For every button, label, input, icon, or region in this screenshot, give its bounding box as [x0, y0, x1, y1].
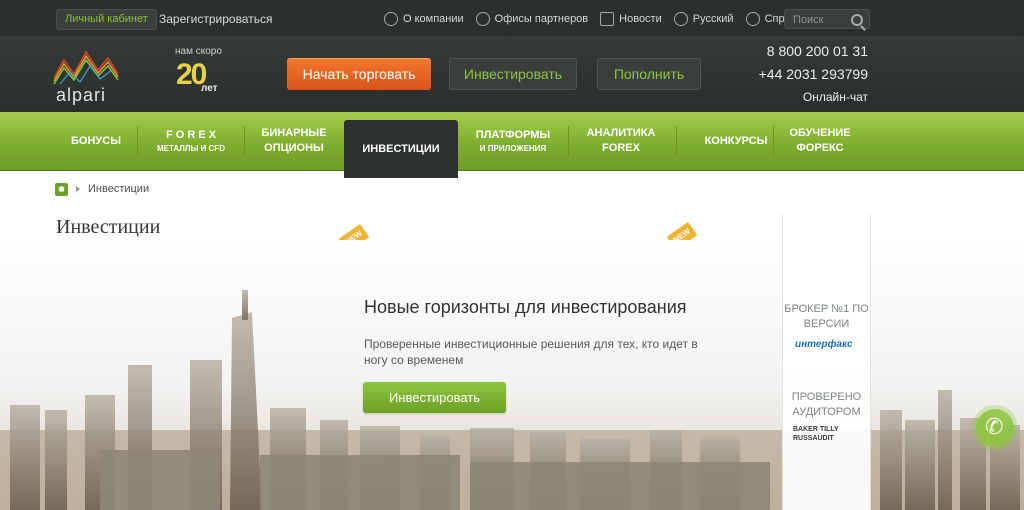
awards-panel: БРОКЕР №1 ПО ВЕРСИИ интерфакс ПРОВЕРЕНО …	[782, 214, 871, 510]
nav-label: ИНВЕСТИЦИИ	[362, 142, 440, 155]
nav-item-forex[interactable]: F O R E X МЕТАЛЛЫ И CFD	[143, 112, 239, 170]
nav-label: АНАЛИТИКА FOREX	[586, 127, 656, 154]
nav-label: ОБУЧЕНИЕ ФОРЕКС	[789, 127, 851, 154]
phone-number-2[interactable]: +44 2031 293799	[759, 66, 868, 82]
callback-phone-button[interactable]	[976, 409, 1014, 447]
nav-item-binary-options[interactable]: БИНАРНЫЕ ОПЦИОНЫ	[251, 112, 337, 170]
search-box	[784, 9, 870, 29]
page-title: Инвестиции	[56, 216, 161, 238]
logo-mark-icon	[53, 50, 119, 85]
nav-item-platforms[interactable]: ПЛАТФОРМЫ И ПРИЛОЖЕНИЯ	[466, 112, 560, 170]
nav-divider	[773, 126, 774, 156]
fund-button[interactable]: Пополнить	[597, 58, 701, 90]
globe-icon	[673, 12, 688, 26]
news-label: Новости	[619, 13, 662, 25]
nav-sublabel: МЕТАЛЛЫ И CFD	[157, 143, 225, 153]
nav-item-investments[interactable]: ИНВЕСТИЦИИ	[344, 120, 458, 178]
breadcrumb-current: Инвестиции	[88, 183, 150, 195]
broker-award-text: БРОКЕР №1 ПО ВЕРСИИ	[784, 303, 869, 330]
phone-number-1[interactable]: 8 800 200 01 31	[767, 43, 868, 59]
partner-offices-label: Офисы партнеров	[494, 13, 589, 25]
news-link[interactable]: Новости	[600, 12, 662, 26]
nav-divider	[244, 126, 245, 156]
anniversary-soon: нам скоро	[175, 46, 222, 57]
breadcrumb-arrow-icon	[76, 186, 80, 192]
main-nav: БОНУСЫ F O R E X МЕТАЛЛЫ И CFD БИНАРНЫЕ О…	[0, 112, 1024, 253]
alpari-logo[interactable]: alpari	[52, 44, 122, 105]
hero-title: Новые горизонты для инвестирования	[364, 297, 687, 317]
gear-icon	[384, 12, 398, 26]
register-link[interactable]: Зарегистрироваться	[159, 12, 272, 26]
nav-item-analytics[interactable]: АНАЛИТИКА FOREX	[576, 112, 666, 170]
search-input[interactable]	[791, 12, 853, 28]
nav-divider	[137, 126, 138, 156]
audit-text: ПРОВЕРЕНО АУДИТОРОМ	[791, 391, 862, 418]
personal-cabinet-link[interactable]: Личный кабинет	[56, 9, 157, 30]
nav-item-bonuses[interactable]: БОНУСЫ	[60, 112, 132, 170]
invest-button[interactable]: Инвестировать	[363, 382, 506, 413]
header: alpari нам скоро 20 лет Начать торговать…	[0, 36, 1024, 112]
language-label: Русский	[692, 13, 734, 25]
anniversary-years: лет	[201, 83, 218, 94]
breadcrumb: Инвестиции	[55, 182, 149, 196]
nav-label: БИНАРНЫЕ ОПЦИОНЫ	[261, 127, 327, 154]
document-icon	[600, 12, 615, 26]
people-icon	[475, 12, 490, 26]
language-link[interactable]: Русский	[673, 12, 734, 26]
nav-label: КОНКУРСЫ	[704, 134, 768, 147]
nav-label: F O R E X	[165, 128, 217, 141]
nav-item-education[interactable]: ОБУЧЕНИЕ ФОРЕКС	[782, 112, 858, 170]
baker-tilly-logo[interactable]: BAKER TILLY RUSSAUDIT	[793, 425, 863, 443]
search-icon[interactable]	[851, 14, 863, 26]
help-icon	[745, 12, 760, 26]
top-bar: Личный кабинет Зарегистрироваться О комп…	[0, 0, 1024, 36]
nav-divider	[676, 126, 677, 156]
top-links: О компании Офисы партнеров Новости Русск…	[384, 10, 808, 28]
nav-label: ПЛАТФОРМЫ	[475, 128, 551, 141]
nav-label: БОНУСЫ	[71, 134, 121, 147]
interfax-logo[interactable]: интерфакс	[795, 339, 853, 350]
anniversary-badge: нам скоро 20 лет	[172, 46, 232, 104]
start-trading-button[interactable]: Начать торговать	[287, 58, 431, 90]
nav-sublabel: И ПРИЛОЖЕНИЯ	[479, 143, 547, 153]
home-icon[interactable]	[55, 182, 68, 196]
hero-description: Проверенные инвестиционные решения для т…	[364, 337, 698, 367]
logo-text: alpari	[56, 85, 107, 105]
online-chat-link[interactable]: Онлайн-чат	[803, 90, 868, 104]
invest-header-button[interactable]: Инвестировать	[449, 58, 577, 90]
partner-offices-link[interactable]: Офисы партнеров	[475, 12, 589, 26]
nav-divider	[568, 126, 569, 156]
about-company-link[interactable]: О компании	[384, 12, 464, 26]
about-company-label: О компании	[403, 13, 464, 25]
